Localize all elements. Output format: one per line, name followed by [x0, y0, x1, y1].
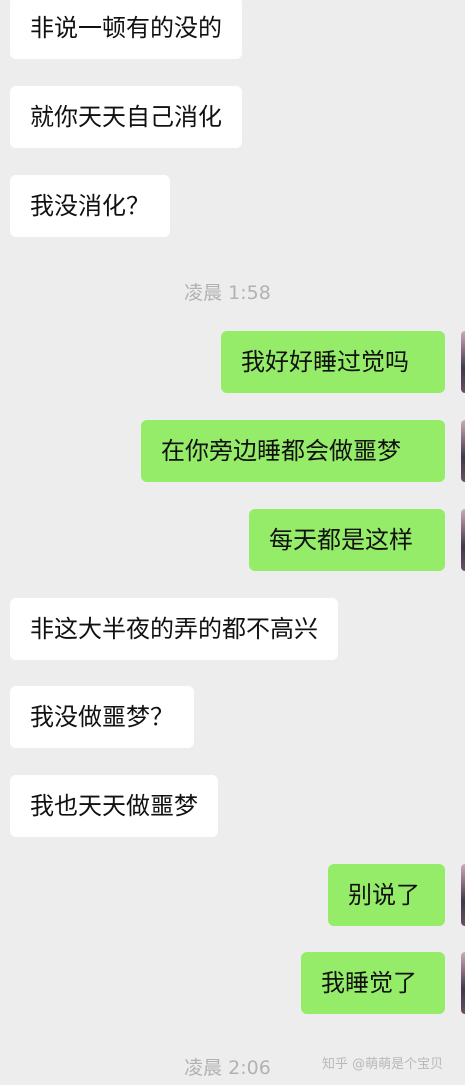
timestamp: 凌晨 1:58 — [184, 282, 271, 304]
avatar[interactable] — [461, 420, 465, 482]
message-incoming[interactable]: 我没做噩梦？ — [10, 686, 194, 748]
message-outgoing[interactable]: 我睡觉了 — [301, 952, 445, 1014]
chat-conversation[interactable]: 非说一顿有的没的 就你天天自己消化 我没消化？ 凌晨 1:58 我好好睡过觉吗 … — [0, 0, 465, 1085]
message-incoming[interactable]: 非说一顿有的没的 — [10, 0, 242, 59]
message-outgoing[interactable]: 别说了 — [328, 864, 445, 926]
message-incoming[interactable]: 就你天天自己消化 — [10, 86, 242, 148]
avatar[interactable] — [461, 864, 465, 926]
message-outgoing[interactable]: 我好好睡过觉吗 — [221, 331, 445, 393]
avatar[interactable] — [461, 952, 465, 1014]
avatar[interactable] — [461, 331, 465, 393]
message-incoming[interactable]: 我没消化？ — [10, 175, 170, 237]
watermark: 知乎 @萌萌是个宝贝 — [322, 1057, 444, 1072]
avatar[interactable] — [461, 509, 465, 571]
message-incoming[interactable]: 我也天天做噩梦 — [10, 775, 218, 837]
message-outgoing[interactable]: 在你旁边睡都会做噩梦 — [141, 420, 445, 482]
message-incoming[interactable]: 非这大半夜的弄的都不高兴 — [10, 598, 338, 660]
message-outgoing[interactable]: 每天都是这样 — [249, 509, 445, 571]
